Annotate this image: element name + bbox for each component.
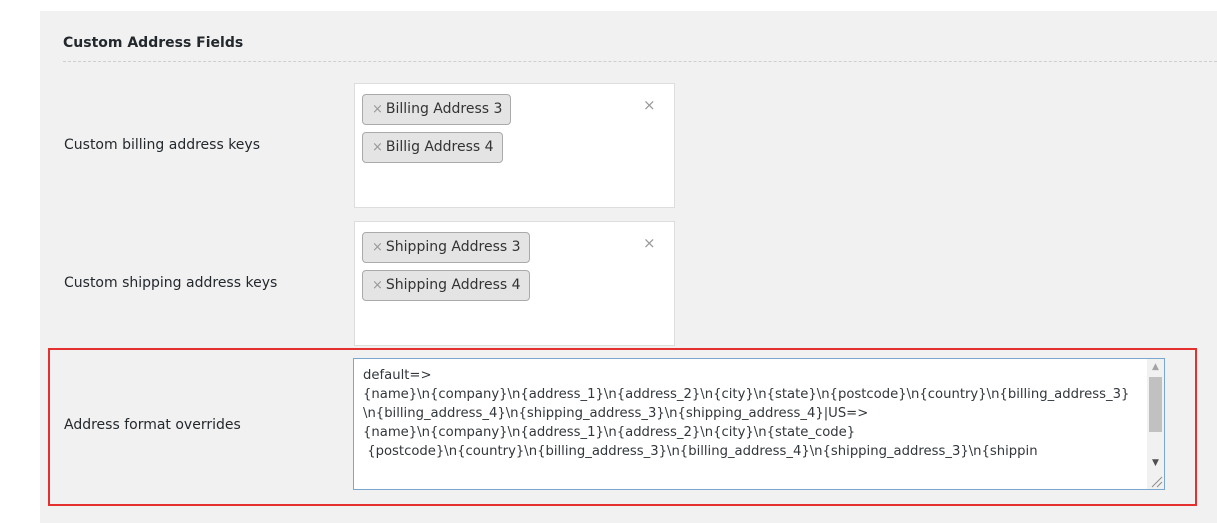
arrow-down-icon[interactable]: ▼ <box>1147 455 1164 472</box>
shipping-tag-label: Shipping Address 4 <box>385 277 521 293</box>
clear-all-icon[interactable]: × <box>643 234 656 252</box>
remove-tag-icon[interactable]: × <box>372 240 383 255</box>
billing-tag: × Billig Address 4 <box>362 132 503 163</box>
remove-tag-icon[interactable]: × <box>372 102 383 117</box>
billing-tag-label: Billing Address 3 <box>385 101 503 117</box>
section-title: Custom Address Fields <box>63 35 244 51</box>
textarea-scrollbar[interactable]: ▲ ▼ <box>1147 359 1164 489</box>
remove-tag-icon[interactable]: × <box>372 278 383 293</box>
shipping-tag: × Shipping Address 4 <box>362 270 530 301</box>
address-format-value: default=> {name}\n{company}\n{address_1}… <box>363 368 1130 459</box>
resize-grip-icon[interactable] <box>1148 473 1163 488</box>
billing-tag-label: Billig Address 4 <box>385 139 494 155</box>
clear-all-icon[interactable]: × <box>643 96 656 114</box>
shipping-tag-label: Shipping Address 3 <box>385 239 521 255</box>
shipping-tag: × Shipping Address 3 <box>362 232 530 263</box>
remove-tag-icon[interactable]: × <box>372 140 383 155</box>
address-format-textarea[interactable]: default=> {name}\n{company}\n{address_1}… <box>353 358 1165 490</box>
billing-keys-select[interactable]: × Billing Address 3 × Billig Address 4 × <box>354 83 675 208</box>
section-divider <box>63 61 1217 62</box>
address-format-label: Address format overrides <box>64 417 241 433</box>
billing-tag: × Billing Address 3 <box>362 94 512 125</box>
shipping-keys-select[interactable]: × Shipping Address 3 × Shipping Address 4 … <box>354 221 675 346</box>
billing-keys-label: Custom billing address keys <box>64 137 260 153</box>
scroll-thumb[interactable] <box>1149 377 1162 432</box>
shipping-keys-label: Custom shipping address keys <box>64 275 278 291</box>
arrow-up-icon[interactable]: ▲ <box>1147 359 1164 376</box>
